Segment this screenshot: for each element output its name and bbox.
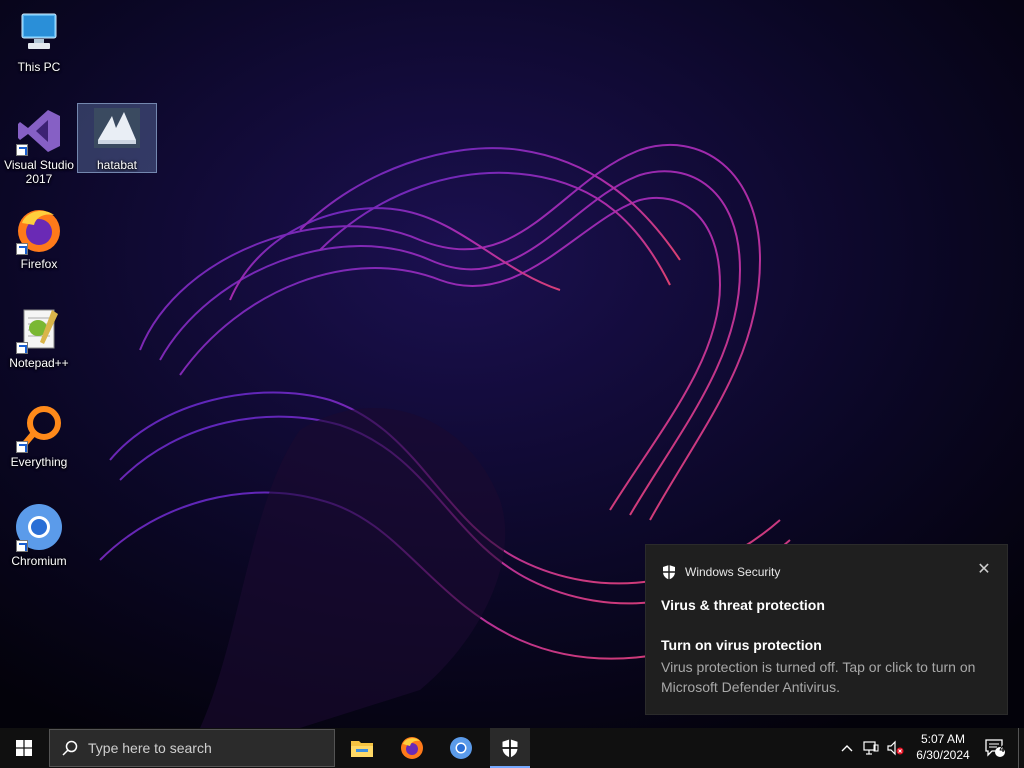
desktop-icon-this-pc[interactable]: This PC	[0, 8, 78, 74]
hatabat-icon	[94, 108, 140, 148]
taskbar-chromium[interactable]	[441, 728, 481, 768]
desktop-icon-label: hatabat	[96, 158, 138, 172]
clock-time: 5:07 AM	[920, 732, 966, 746]
desktop-icon-label: This PC	[17, 60, 61, 74]
toast-subtitle: Turn on virus protection	[661, 637, 822, 653]
shortcut-arrow-icon	[16, 243, 28, 255]
taskbar: Type here to search 5:07 AM 6/30/2024 4	[0, 728, 1024, 768]
desktop-icon-chromium[interactable]: Chromium	[0, 502, 78, 568]
windows-logo-icon	[16, 740, 32, 756]
desktop-icon-label: Notepad++	[9, 356, 69, 370]
file-explorer-icon	[351, 741, 373, 757]
desktop-icon-everything[interactable]: Everything	[0, 403, 78, 469]
desktop-icon-label: Chromium	[11, 554, 67, 568]
shortcut-arrow-icon	[16, 144, 28, 156]
desktop-icon-label: Visual Studio 2017	[4, 158, 74, 186]
tray-volume-button[interactable]	[884, 728, 906, 768]
firefox-icon	[401, 737, 423, 759]
tray-clock[interactable]: 5:07 AM 6/30/2024	[914, 731, 972, 763]
taskbar-search-box[interactable]: Type here to search	[49, 729, 335, 767]
search-icon	[62, 740, 78, 756]
toast-app-name: Windows Security	[685, 565, 781, 579]
start-button[interactable]	[0, 728, 48, 768]
volume-muted-icon	[887, 740, 904, 756]
windows-security-icon	[502, 739, 518, 758]
desktop-icon-firefox[interactable]: Firefox	[0, 205, 78, 271]
shortcut-arrow-icon	[16, 540, 28, 552]
toast-body: Virus protection is turned off. Tap or c…	[661, 659, 976, 695]
toast-title: Virus & threat protection	[661, 597, 825, 613]
windows-security-toast[interactable]: Windows Security ✕ Virus & threat protec…	[645, 544, 1008, 715]
taskbar-firefox[interactable]	[392, 728, 432, 768]
network-icon	[863, 741, 879, 755]
desktop-icon-visual-studio[interactable]: Visual Studio 2017	[0, 106, 78, 186]
show-desktop-button[interactable]	[1018, 728, 1024, 768]
clock-date: 6/30/2024	[916, 748, 970, 762]
shortcut-arrow-icon	[16, 342, 28, 354]
desktop-icon-label: Firefox	[20, 257, 58, 271]
search-placeholder: Type here to search	[88, 740, 212, 756]
action-center-button[interactable]: 4	[978, 728, 1012, 768]
this-pc-icon	[21, 13, 57, 49]
tray-network-button[interactable]	[860, 728, 882, 768]
tray-overflow-button[interactable]	[838, 728, 856, 768]
desktop-icon-hatabat[interactable]: hatabat	[77, 103, 157, 173]
chromium-icon	[450, 737, 472, 759]
chevron-up-icon	[841, 745, 853, 752]
notification-count-badge: 4	[999, 744, 1005, 754]
taskbar-file-explorer[interactable]	[342, 728, 382, 768]
shield-icon	[663, 565, 675, 580]
desktop-icon-label: Everything	[10, 455, 68, 469]
desktop-icon-notepadpp[interactable]: Notepad++	[0, 304, 78, 370]
toast-header: Windows Security	[661, 564, 780, 580]
close-icon[interactable]: ✕	[975, 561, 993, 579]
shortcut-arrow-icon	[16, 441, 28, 453]
taskbar-windows-security[interactable]	[490, 728, 530, 768]
